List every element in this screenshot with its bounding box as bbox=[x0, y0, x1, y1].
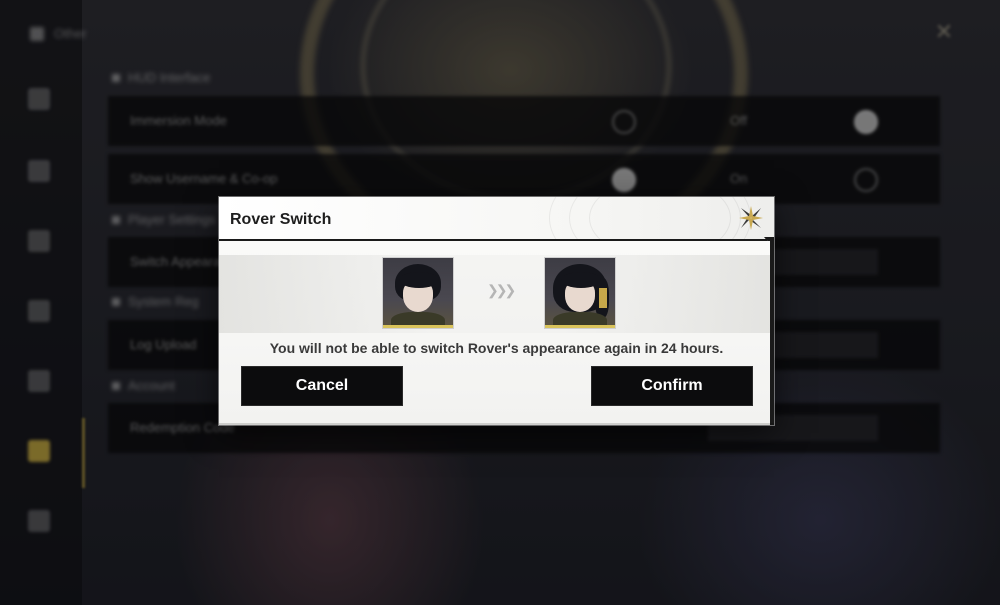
close-x-icon[interactable] bbox=[736, 203, 766, 233]
rover-female-portrait bbox=[544, 257, 616, 329]
rarity-bar bbox=[383, 325, 453, 328]
dialog-body: ❯❯❯ You will not be able to switch Rover… bbox=[219, 241, 774, 425]
rover-switch-dialog: Rover Switch ❯❯❯ You will not be able to… bbox=[219, 197, 774, 425]
triple-chevron-right-icon: ❯❯❯ bbox=[487, 282, 516, 298]
confirm-button[interactable]: Confirm bbox=[591, 366, 753, 406]
cancel-button[interactable]: Cancel bbox=[241, 366, 403, 406]
confirm-button-label: Confirm bbox=[641, 377, 703, 394]
dialog-title: Rover Switch bbox=[230, 211, 332, 228]
cancel-button-label: Cancel bbox=[295, 377, 349, 394]
dialog-header: Rover Switch bbox=[219, 197, 774, 279]
dialog-bottom-edge bbox=[219, 423, 774, 425]
dialog-right-edge bbox=[770, 239, 774, 425]
rover-male-portrait bbox=[382, 257, 454, 329]
rarity-bar bbox=[545, 325, 615, 328]
warning-message: You will not be able to switch Rover's a… bbox=[269, 340, 724, 356]
